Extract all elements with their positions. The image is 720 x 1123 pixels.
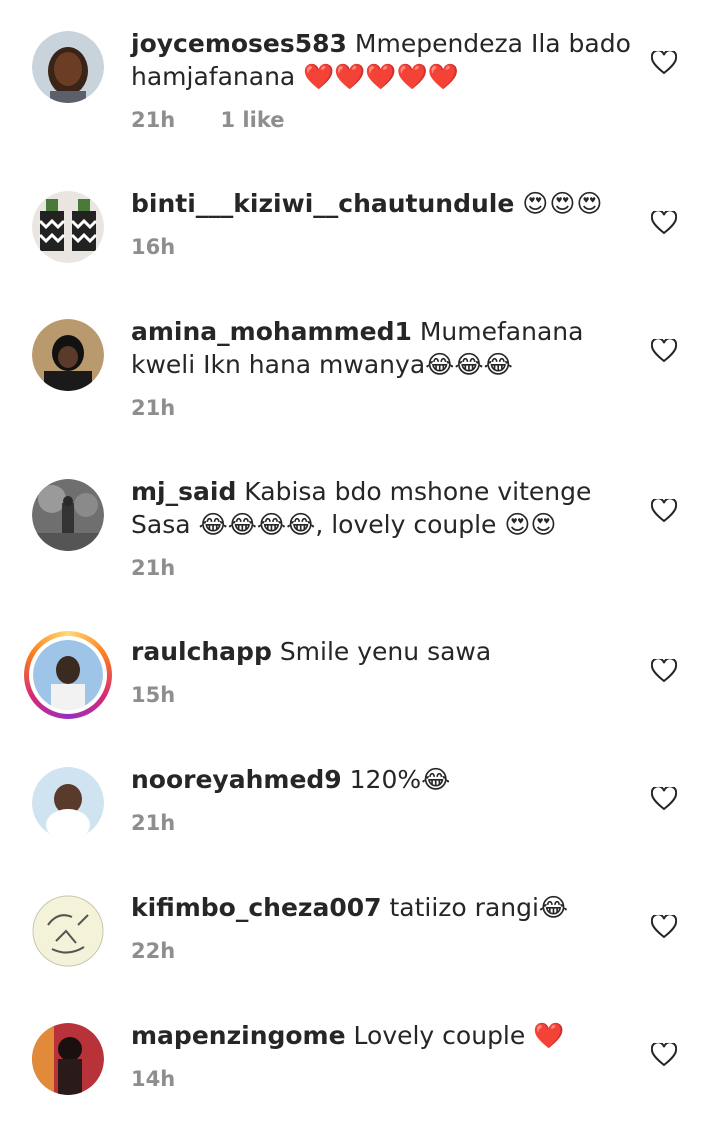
heart-outline-icon[interactable] [651,659,677,683]
comment-text: amina_mohammed1 Mumefanana kweli Ikn han… [131,315,631,381]
comment-meta: 16h [131,235,213,259]
avatar-story-ring[interactable] [24,631,112,719]
comment-text: kifimbo_cheza007 tatiizo rangi😂 [131,891,631,924]
heart-outline-icon[interactable] [651,211,677,235]
avatar[interactable] [32,191,104,263]
comment-text: mj_said Kabisa bdo mshone vitenge Sasa 😂… [131,475,631,541]
heart-outline-icon[interactable] [651,915,677,939]
comment-text: nooreyahmed9 120%😂 [131,763,631,796]
comment-time: 14h [131,1067,176,1091]
heart-outline-icon[interactable] [651,1043,677,1067]
comment-text: raulchapp Smile yenu sawa [131,635,631,668]
comment-meta: 22h [131,939,213,963]
comment-meta: 21h 1 like [131,108,322,132]
comment-meta: 14h [131,1067,213,1091]
comment-username[interactable]: mj_said [131,477,236,506]
comment-text: binti___kiziwi__chautundule 😍😍😍 [131,187,631,220]
comment-time: 15h [131,683,176,707]
comment-time: 21h [131,556,176,580]
comment-like-count[interactable]: 1 like [221,108,285,132]
comment-username[interactable]: nooreyahmed9 [131,765,342,794]
heart-outline-icon[interactable] [651,339,677,363]
comment-body: 😍😍😍 [522,189,604,218]
avatar[interactable] [32,319,104,391]
comment-username[interactable]: kifimbo_cheza007 [131,893,382,922]
comment-body: 120%😂 [349,765,451,794]
comment-time: 22h [131,939,176,963]
comment-username[interactable]: raulchapp [131,637,272,666]
comment-username[interactable]: mapenzingome [131,1021,346,1050]
comment-body: tatiizo rangi😂 [389,893,569,922]
comment-time: 21h [131,396,176,420]
comment-meta: 21h [131,556,213,580]
comment-meta: 15h [131,683,213,707]
avatar[interactable] [32,767,104,839]
comment-meta: 21h [131,811,213,835]
comment-body: Lovely couple ❤️ [353,1021,565,1050]
avatar[interactable] [32,1023,104,1095]
comment-time: 21h [131,811,176,835]
comment-time: 21h [131,108,176,132]
heart-outline-icon[interactable] [651,787,677,811]
avatar[interactable] [32,895,104,967]
avatar[interactable] [32,479,104,551]
comment-meta: 21h [131,396,213,420]
comment-time: 16h [131,235,176,259]
comment-username[interactable]: joycemoses583 [131,29,347,58]
comment-text: joycemoses583 Mmependeza Ila bado hamjaf… [131,27,631,93]
comment-text: mapenzingome Lovely couple ❤️ [131,1019,631,1052]
avatar [29,636,107,714]
avatar[interactable] [32,31,104,103]
heart-outline-icon[interactable] [651,51,677,75]
heart-outline-icon[interactable] [651,499,677,523]
comment-username[interactable]: binti___kiziwi__chautundule [131,189,514,218]
comment-username[interactable]: amina_mohammed1 [131,317,412,346]
comment-body: Smile yenu sawa [279,637,492,666]
